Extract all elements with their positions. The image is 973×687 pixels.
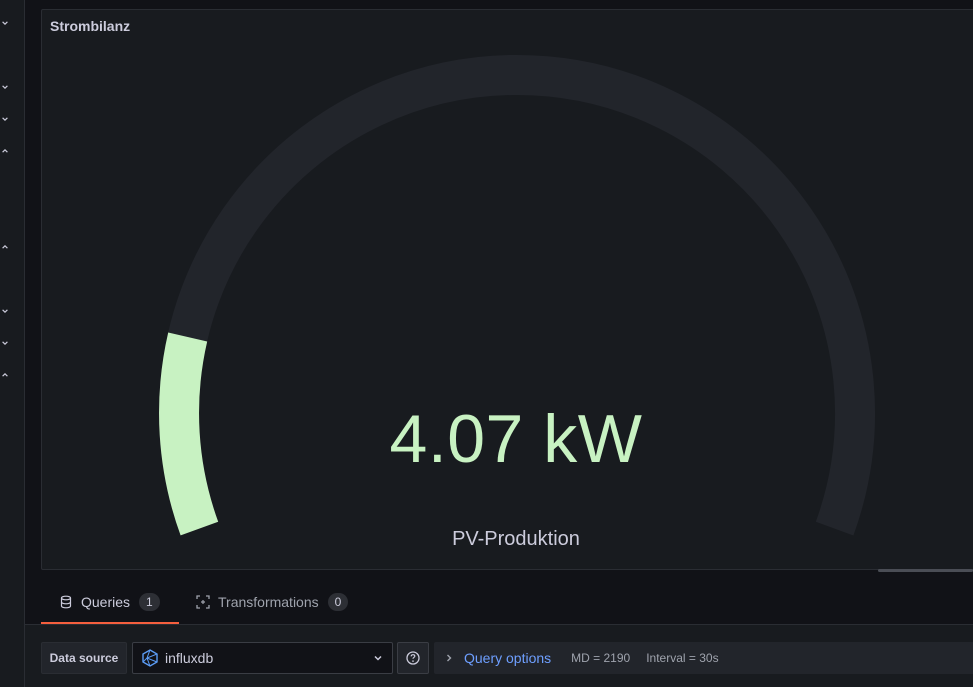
horizontal-scrollbar[interactable] bbox=[878, 569, 973, 572]
query-editor: Queries 1 Transformations 0 Data source bbox=[25, 580, 973, 687]
chevron-right-icon bbox=[447, 654, 452, 662]
chevron-up-icon[interactable] bbox=[0, 242, 10, 252]
max-data-points: MD = 2190 bbox=[571, 651, 631, 665]
datasource-help-button[interactable] bbox=[397, 642, 429, 674]
chevron-down-icon[interactable] bbox=[0, 306, 10, 316]
gauge-series-name: PV-Produktion bbox=[452, 528, 580, 550]
active-tab-indicator bbox=[41, 622, 179, 624]
database-icon bbox=[60, 595, 72, 609]
editor-tabs: Queries 1 Transformations 0 bbox=[25, 580, 973, 625]
chevron-up-icon[interactable] bbox=[0, 370, 10, 380]
chevron-down-icon bbox=[374, 655, 382, 661]
gauge-value: 4.07 kW bbox=[389, 401, 643, 477]
tab-queries-label: Queries bbox=[81, 594, 131, 610]
chevron-down-icon[interactable] bbox=[0, 338, 10, 348]
datasource-label: Data source bbox=[41, 642, 127, 674]
query-interval: Interval = 30s bbox=[646, 651, 719, 665]
gauge-chart bbox=[159, 55, 875, 536]
chevron-down-icon[interactable] bbox=[0, 114, 10, 124]
gauge-panel: Strombilanz 4.07 kW PV-Produktion bbox=[41, 9, 973, 570]
tab-transformations[interactable]: Transformations 0 bbox=[196, 580, 349, 624]
chevron-down-icon[interactable] bbox=[0, 82, 10, 92]
question-circle-icon bbox=[406, 651, 420, 665]
tab-queries[interactable]: Queries 1 bbox=[59, 580, 160, 624]
query-row: Data source influxdb Query options MD = … bbox=[25, 625, 973, 687]
query-options-title: Query options bbox=[464, 650, 552, 666]
chevron-up-icon[interactable] bbox=[0, 146, 10, 156]
chevron-down-icon[interactable] bbox=[0, 18, 10, 28]
options-sidebar bbox=[0, 0, 25, 687]
query-options-toggle[interactable]: Query options MD = 2190 Interval = 30s bbox=[434, 642, 973, 674]
dashboard-editor: Strombilanz 4.07 kW PV-Produktion Querie… bbox=[0, 0, 973, 687]
datasource-picker[interactable]: influxdb bbox=[132, 642, 393, 674]
queries-count-badge: 1 bbox=[139, 593, 160, 611]
transformations-count-badge: 0 bbox=[327, 593, 349, 611]
datasource-value: influxdb bbox=[165, 650, 214, 666]
tab-transformations-label: Transformations bbox=[218, 594, 319, 610]
influxdb-icon bbox=[142, 649, 158, 667]
transform-icon bbox=[196, 595, 210, 609]
